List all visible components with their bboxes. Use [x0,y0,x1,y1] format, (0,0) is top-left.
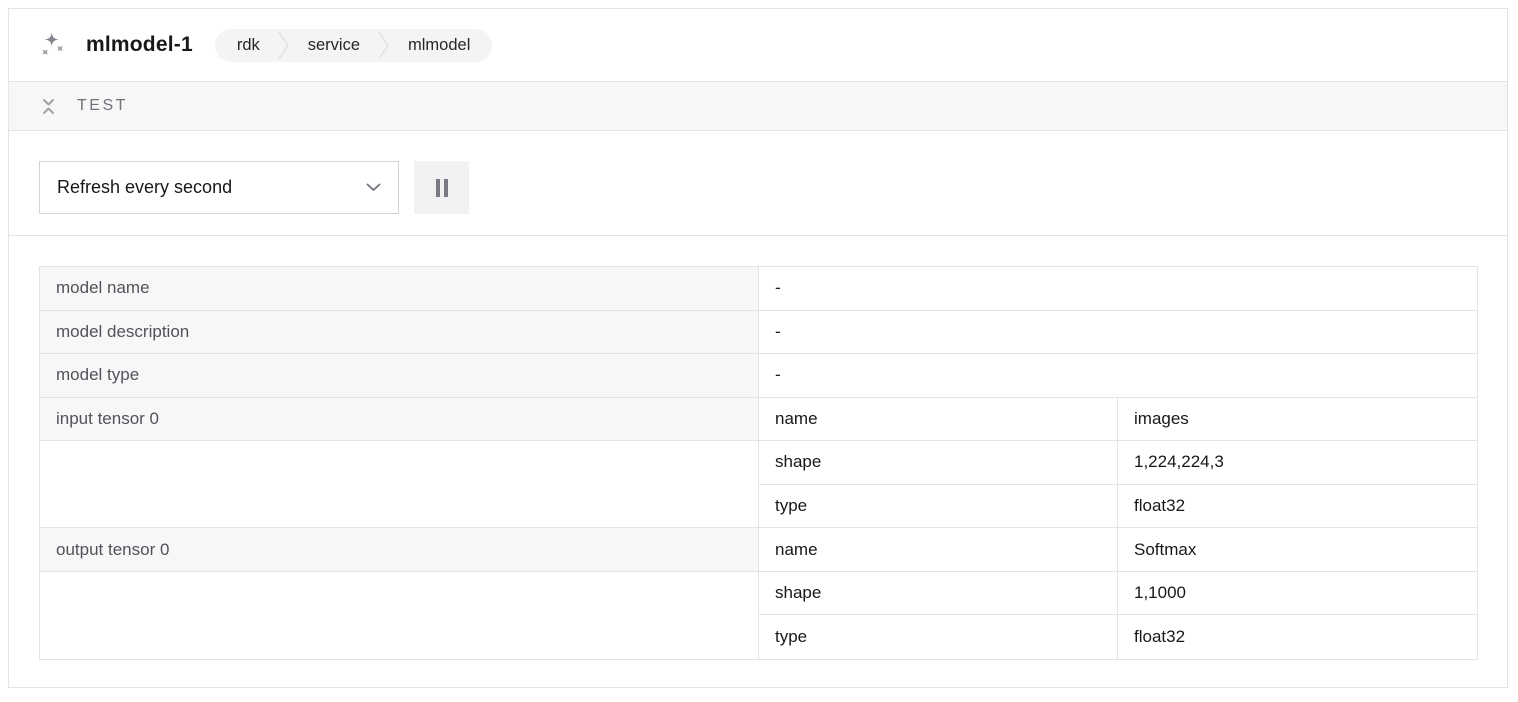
breadcrumb-item-mlmodel[interactable]: mlmodel [390,29,488,62]
input-tensor-0-name-key: name [759,398,1118,442]
collapse-icon[interactable] [39,95,58,118]
output-tensor-0-name-value: Softmax [1118,528,1477,572]
output-tensor-0-type-value: float32 [1118,615,1477,659]
input-tensor-0-shape-value: 1,224,224,3 [1118,441,1477,485]
row-label-output-tensor-0: output tensor 0 [40,528,759,659]
row-label-input-tensor-0: input tensor 0 [40,398,759,529]
breadcrumb-item-rdk[interactable]: rdk [219,29,278,62]
ml-sparkles-icon [39,31,68,60]
breadcrumb: rdk service mlmodel [215,29,493,62]
row-value-model-description: - [759,311,1477,355]
chevron-down-icon [366,183,381,192]
breadcrumb-item-service[interactable]: service [290,29,378,62]
row-value-model-type: - [759,354,1477,398]
breadcrumb-separator-icon [378,29,390,62]
refresh-rate-value: Refresh every second [57,177,232,198]
test-panel-content: model name - model description - model t… [9,236,1507,690]
refresh-controls: Refresh every second [9,131,1507,236]
row-label-model-type: model type [40,354,759,398]
breadcrumb-separator-icon [278,29,290,62]
page-title: mlmodel-1 [86,33,193,57]
input-tensor-0-name-value: images [1118,398,1477,442]
input-tensor-0-label: input tensor 0 [40,398,758,442]
pause-icon [435,179,449,197]
test-section-label: TEST [77,97,128,115]
output-tensor-0-label: output tensor 0 [40,528,758,572]
output-tensor-0-type-key: type [759,615,1118,659]
output-tensor-0-shape-value: 1,1000 [1118,572,1477,616]
row-value-model-name: - [759,267,1477,311]
refresh-rate-select[interactable]: Refresh every second [39,161,399,214]
card-header: mlmodel-1 rdk service mlmodel [9,9,1507,82]
input-tensor-0-type-value: float32 [1118,485,1477,529]
test-section-header[interactable]: TEST [9,82,1507,131]
model-metadata-table: model name - model description - model t… [39,266,1478,660]
input-tensor-0-shape-key: shape [759,441,1118,485]
pause-button[interactable] [414,161,469,214]
output-tensor-0-shape-key: shape [759,572,1118,616]
row-label-model-description: model description [40,311,759,355]
row-label-model-name: model name [40,267,759,311]
output-tensor-0-name-key: name [759,528,1118,572]
resource-card: mlmodel-1 rdk service mlmodel TEST Refre… [8,8,1508,688]
input-tensor-0-type-key: type [759,485,1118,529]
